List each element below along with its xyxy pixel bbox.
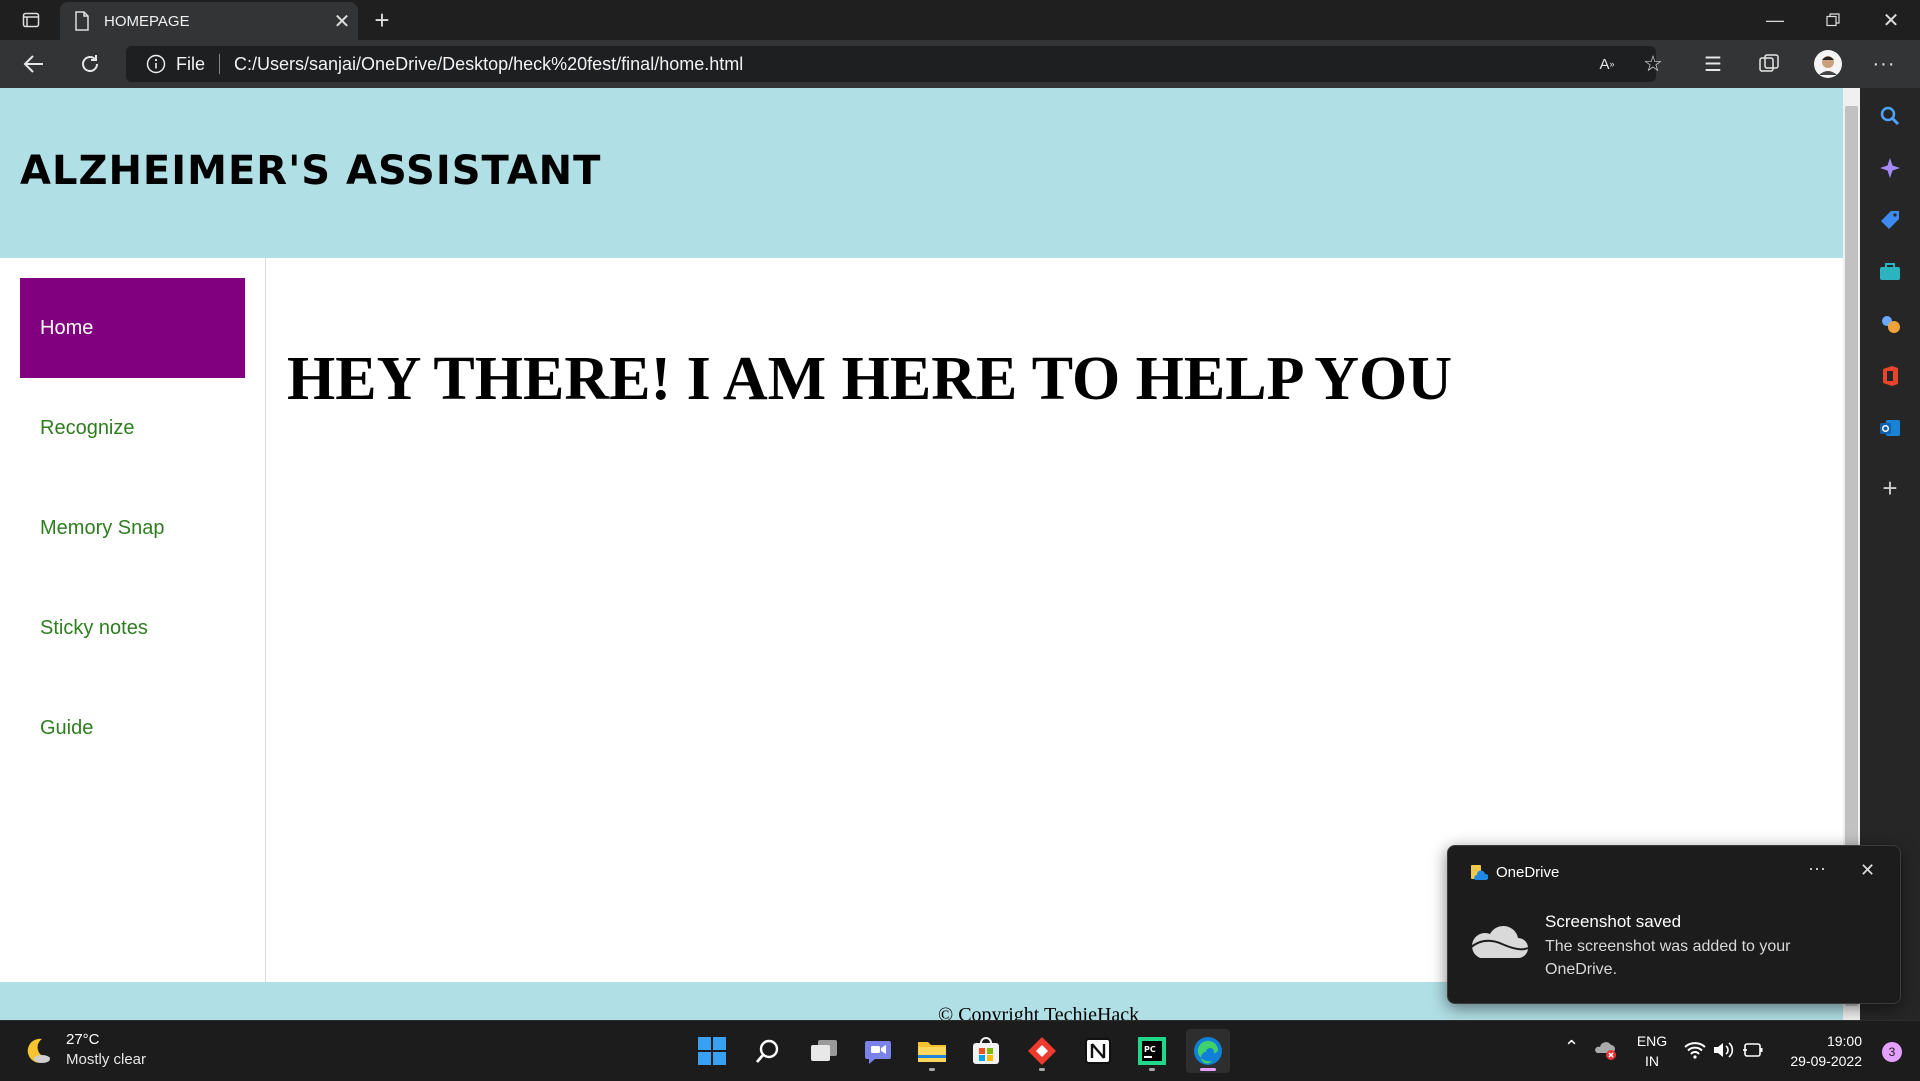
shopping-tag-icon[interactable]	[1860, 200, 1920, 240]
notification-app-name: OneDrive	[1496, 864, 1560, 881]
info-icon[interactable]	[146, 54, 166, 74]
clock-date: 29-09-2022	[1790, 1053, 1862, 1069]
language-bottom: IN	[1645, 1053, 1659, 1069]
protocol-label: File	[176, 53, 206, 74]
chevron-up-icon[interactable]: ⌃	[1564, 1037, 1579, 1058]
site-header: ALZHEIMER'S ASSISTANT	[0, 88, 1843, 258]
onedrive-app-icon	[1470, 864, 1489, 887]
weather-desc: Mostly clear	[66, 1051, 147, 1068]
weather-temp: 27°C	[66, 1031, 100, 1048]
tab-homepage[interactable]: HOMEPAGE ✕	[60, 2, 358, 40]
running-indicator	[1149, 1068, 1155, 1071]
tools-icon[interactable]	[1860, 252, 1920, 292]
nav-item-recognize[interactable]: Recognize	[20, 378, 245, 478]
site-sidebar: Home Recognize Memory Snap Sticky notes …	[0, 258, 266, 1020]
file-explorer-icon[interactable]	[910, 1029, 954, 1073]
moon-weather-icon	[22, 1035, 52, 1069]
search-icon[interactable]	[1860, 96, 1920, 136]
nav-item-guide[interactable]: Guide	[20, 678, 245, 778]
svg-text:PC: PC	[1144, 1045, 1156, 1054]
search-taskbar-icon[interactable]	[746, 1029, 790, 1073]
teams-chat-icon[interactable]	[856, 1029, 900, 1073]
close-window-icon[interactable]: ✕	[1868, 0, 1914, 40]
close-tab-icon[interactable]: ✕	[326, 9, 358, 34]
profile-avatar[interactable]	[1810, 40, 1846, 88]
nav-item-label: Recognize	[40, 416, 135, 439]
address-separator	[219, 54, 221, 74]
onedrive-notification[interactable]: OneDrive ··· ✕ Screenshot saved The scre…	[1447, 845, 1901, 1004]
notification-close-icon[interactable]: ✕	[1860, 860, 1875, 881]
main-heading: HEY THERE! I AM HERE TO HELP YOU	[287, 345, 1453, 413]
nav-item-label: Guide	[40, 716, 94, 739]
browser-tab-bar: HOMEPAGE ✕ + — ✕	[0, 0, 1920, 40]
language-indicator[interactable]: ENG IN	[1632, 1031, 1672, 1071]
running-indicator	[1039, 1068, 1045, 1071]
clock-time: 19:00	[1826, 1033, 1862, 1049]
address-bar[interactable]: File C:/Users/sanjai/OneDrive/Desktop/he…	[126, 46, 1656, 82]
battery-icon[interactable]	[1742, 1041, 1764, 1062]
pycharm-icon[interactable]: PC	[1130, 1029, 1174, 1073]
games-icon[interactable]	[1860, 304, 1920, 344]
notification-title: Screenshot saved	[1545, 912, 1682, 931]
nav-item-label: Sticky notes	[40, 616, 148, 639]
office-icon[interactable]	[1860, 356, 1920, 396]
tab-title: HOMEPAGE	[104, 12, 190, 30]
new-tab-icon[interactable]: +	[364, 0, 400, 40]
clock[interactable]: 19:00 29-09-2022	[1782, 1031, 1862, 1071]
task-view-icon[interactable]	[802, 1029, 846, 1073]
nav-item-home[interactable]: Home	[20, 278, 245, 378]
add-favorite-icon[interactable]: ☆	[1636, 40, 1670, 88]
site-title: ALZHEIMER'S ASSISTANT	[20, 148, 602, 194]
notification-body: The screenshot was added to your OneDriv…	[1545, 938, 1791, 978]
page-icon	[74, 11, 90, 31]
onedrive-tray-icon[interactable]	[1594, 1039, 1618, 1064]
anydesk-icon[interactable]	[1020, 1029, 1064, 1073]
restore-icon[interactable]	[1810, 0, 1856, 40]
url-text[interactable]: C:/Users/sanjai/OneDrive/Desktop/heck%20…	[234, 54, 743, 75]
start-button-icon[interactable]	[690, 1029, 734, 1073]
notification-more-icon[interactable]: ···	[1808, 858, 1826, 879]
add-sidebar-app-icon[interactable]: +	[1860, 468, 1920, 508]
tab-actions-icon[interactable]	[14, 0, 48, 40]
cloud-icon	[1466, 918, 1530, 967]
favorites-icon[interactable]: ☰	[1696, 40, 1730, 88]
nav-item-sticky-notes[interactable]: Sticky notes	[20, 578, 245, 678]
back-arrow-icon[interactable]	[16, 40, 52, 88]
active-indicator	[1200, 1068, 1216, 1071]
running-indicator	[929, 1068, 935, 1071]
sparkle-icon[interactable]	[1860, 148, 1920, 188]
store-icon[interactable]	[964, 1029, 1008, 1073]
windows-taskbar: 27°C Mostly clear PC ⌃ ENG IN 19:00 29-0…	[0, 1020, 1920, 1081]
read-aloud-icon[interactable]: A»	[1590, 40, 1624, 88]
collections-icon[interactable]	[1752, 40, 1786, 88]
more-options-icon[interactable]: ···	[1866, 40, 1902, 88]
notion-icon[interactable]	[1076, 1029, 1120, 1073]
nav-item-label: Memory Snap	[40, 516, 165, 539]
nav-item-memory-snap[interactable]: Memory Snap	[20, 478, 245, 578]
footer-copyright: © Copyright TechieHack	[938, 1004, 1140, 1020]
minimize-icon[interactable]: —	[1752, 0, 1798, 40]
volume-icon[interactable]	[1712, 1040, 1734, 1063]
wifi-icon[interactable]	[1684, 1040, 1706, 1063]
nav-item-label: Home	[40, 316, 94, 339]
language-top: ENG	[1636, 1033, 1668, 1049]
outlook-icon[interactable]	[1860, 408, 1920, 448]
edge-taskbar-icon[interactable]	[1186, 1029, 1230, 1073]
notification-badge[interactable]: 3	[1882, 1042, 1902, 1062]
browser-toolbar: File C:/Users/sanjai/OneDrive/Desktop/he…	[0, 40, 1920, 88]
refresh-icon[interactable]	[72, 40, 108, 88]
system-tray: ⌃ ENG IN 19:00 29-09-2022 3	[1560, 1021, 1920, 1081]
